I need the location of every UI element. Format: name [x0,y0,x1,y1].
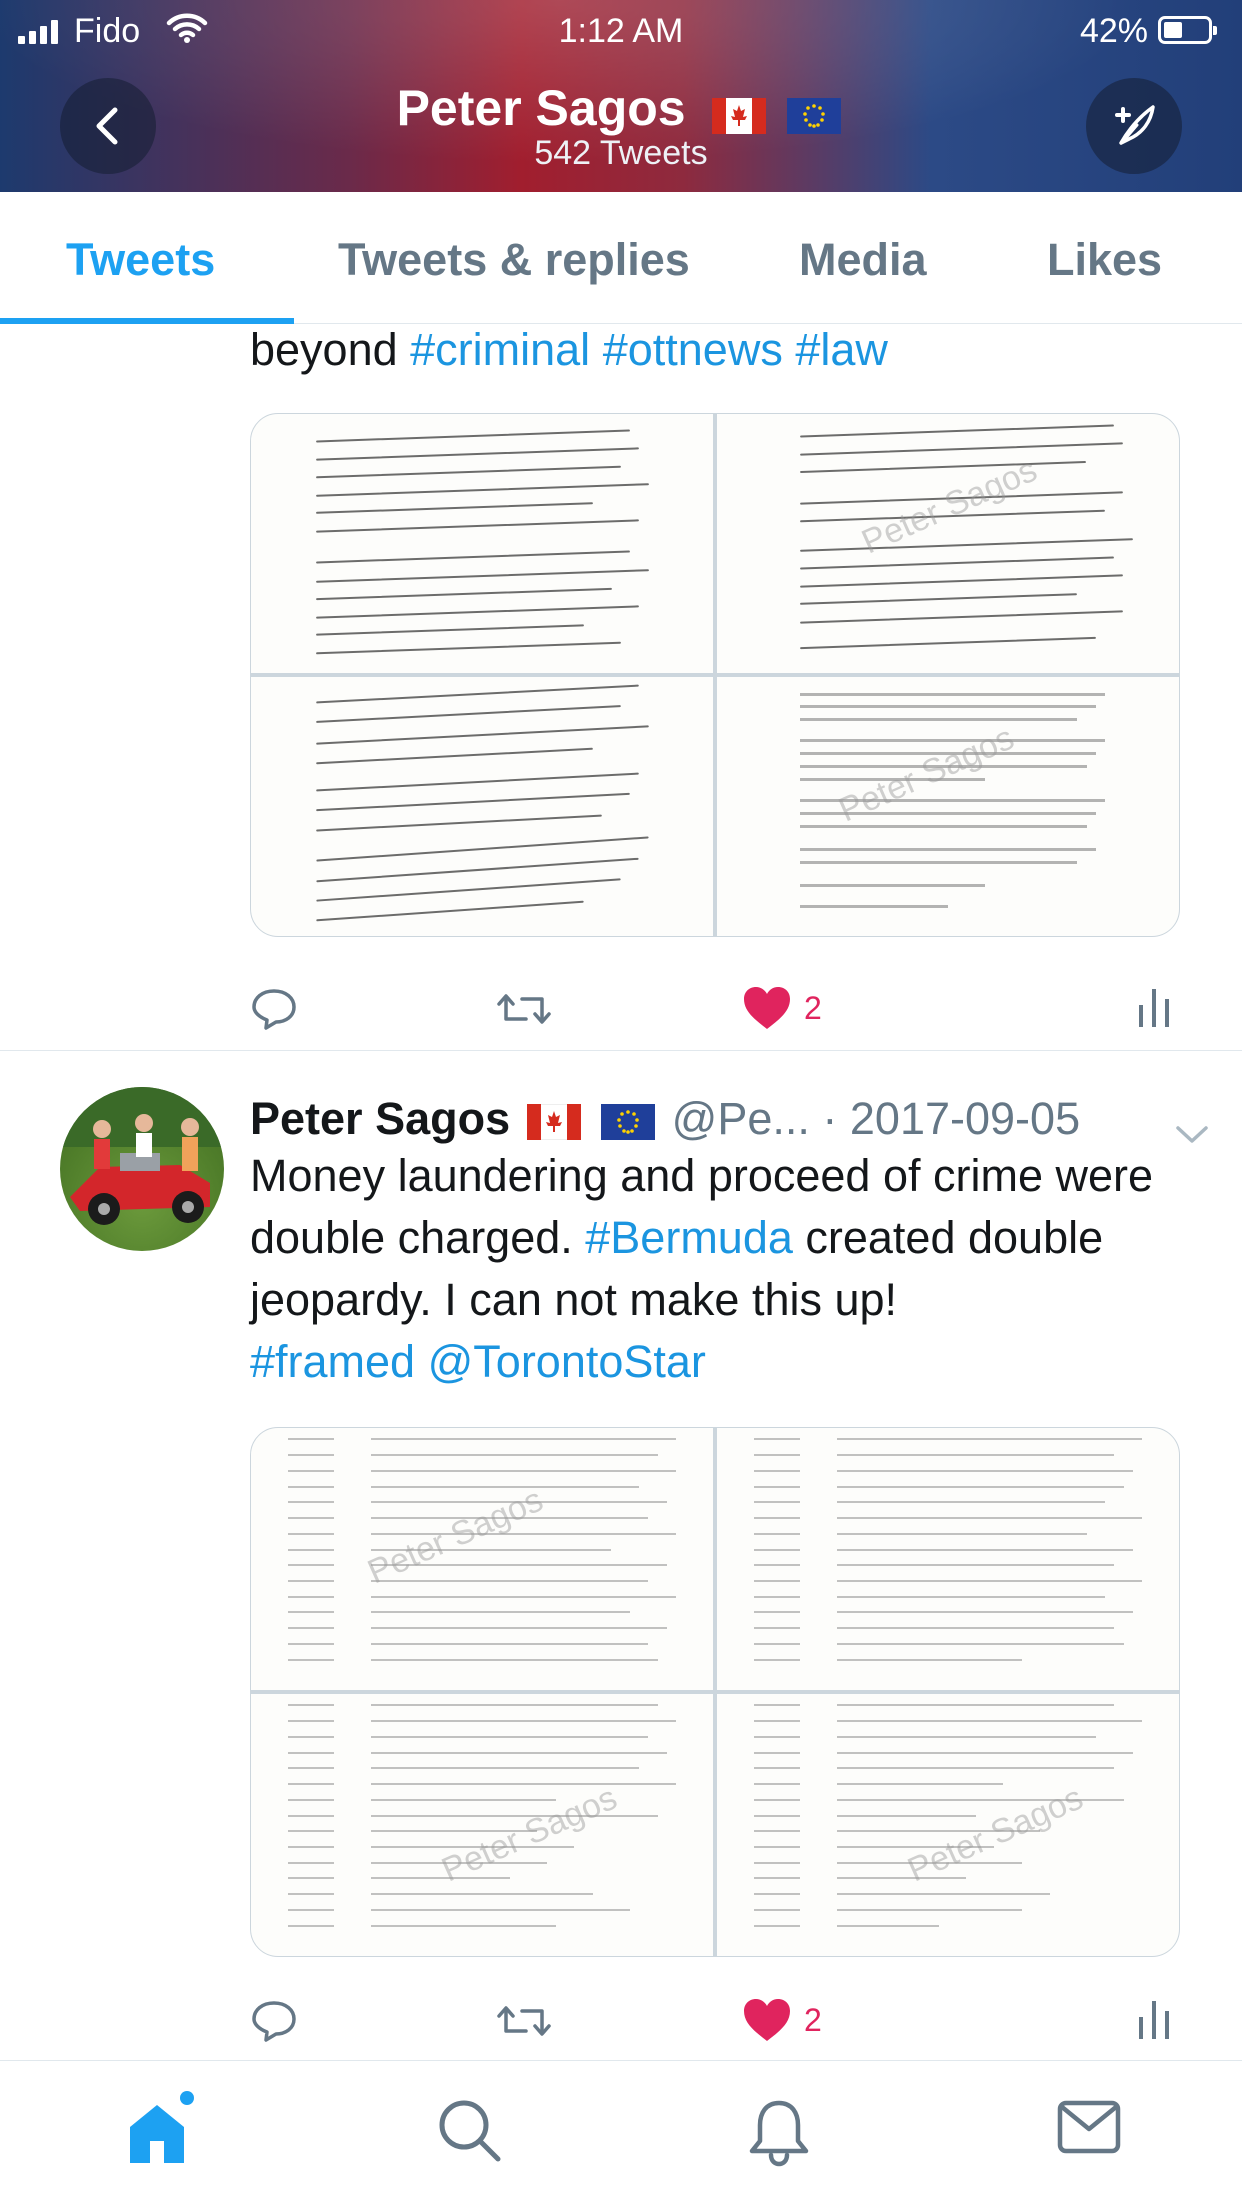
hashtag-link[interactable]: #framed [250,1336,415,1387]
active-tab-indicator [0,318,294,324]
retweet-button[interactable] [496,985,552,1033]
tab-likes[interactable]: Likes [1047,234,1162,286]
battery-percent: 42% [1079,12,1148,50]
bottom-tab-bar [0,2060,1242,2208]
tweet-text: beyond #criminal #ottnews #law [250,325,888,375]
tweet-divider [0,1050,1242,1051]
compose-tweet-button[interactable] [1086,78,1182,174]
media-image[interactable]: Peter Sagos [251,1428,713,1690]
reply-button[interactable] [250,1997,298,2045]
tweet-media-grid[interactable]: Peter Sagos [250,1427,1180,1957]
hashtag-link[interactable]: #Bermuda [585,1212,793,1263]
reply-icon [252,989,296,1030]
canada-flag-icon [711,97,766,134]
profile-name-row: Peter Sagos [0,80,1242,140]
tweet-text: Money laundering and proceed of crime we… [250,1150,1154,1387]
status-bar: Fido 1:12 AM 42% [0,0,1242,62]
tweet-count: 542 Tweets [534,134,708,172]
watermark: Peter Sagos [362,1480,549,1592]
reply-button[interactable] [250,985,298,1033]
tab-home[interactable] [124,2091,194,2172]
media-image[interactable] [717,1428,1179,1690]
like-button[interactable]: 2 [742,985,822,1031]
tweet-actions: 2 [250,985,1190,1045]
avatar-image [60,1087,224,1225]
battery-icon [1158,16,1217,44]
chevron-down-icon [1176,1126,1208,1143]
compose-tweet-icon [1115,105,1155,145]
tweet-feed[interactable]: beyond #criminal #ottnews #law Peter Sag… [0,325,1242,2060]
media-image[interactable]: Peter Sagos [251,1694,713,1956]
analytics-button[interactable] [1136,985,1172,1029]
hashtag-link[interactable]: #criminal [410,325,590,375]
analytics-icon [1139,989,1169,1027]
tab-tweets[interactable]: Tweets [66,234,215,286]
notification-dot [180,2091,194,2105]
profile-header: Fido 1:12 AM 42% Peter Sagos 542 Tweets [0,0,1242,192]
analytics-icon [1139,2001,1169,2039]
watermark: Peter Sagos [901,1778,1089,1889]
notifications-icon [749,2100,809,2167]
retweet-button[interactable] [496,1997,552,2045]
like-button[interactable]: 2 [742,1997,822,2043]
media-image[interactable] [251,677,713,936]
retweet-icon [497,994,551,1024]
eu-flag-icon [601,1104,656,1141]
clock: 1:12 AM [558,12,684,50]
home-icon [130,2105,184,2163]
heart-filled-icon [744,1999,790,2041]
tweet-actions: 2 [250,1997,1190,2057]
heart-filled-icon [744,987,790,1029]
profile-tabs: Tweets Tweets & replies Media Likes [0,192,1242,324]
avatar[interactable] [60,1087,224,1251]
mention-link[interactable]: @TorontoStar [428,1336,706,1387]
reply-icon [252,2001,296,2042]
author-handle[interactable]: @Pe... [672,1093,810,1144]
analytics-button[interactable] [1136,1997,1172,2041]
hashtag-link[interactable]: #law [795,325,888,375]
tweet-header: Peter Sagos @Pe... · 2017-09-05 [250,1093,1210,1153]
tab-tweets-replies[interactable]: Tweets & replies [338,234,690,286]
retweet-icon [497,2006,551,2036]
messages-icon [1057,2100,1121,2154]
tab-media[interactable]: Media [799,234,927,286]
canada-flag-icon [526,1104,581,1141]
tab-messages[interactable] [1056,2097,1122,2162]
media-image[interactable]: Peter Sagos [717,1694,1179,1956]
hashtag-link[interactable]: #ottnews [603,325,783,375]
tab-notifications[interactable] [748,2097,810,2172]
like-count: 2 [804,2001,822,2038]
tweet-date[interactable]: · 2017-09-05 [822,1093,1080,1144]
author-name[interactable]: Peter Sagos [250,1093,510,1144]
tweet-media-grid[interactable]: Peter Sagos [250,413,1180,937]
tab-search[interactable] [436,2097,502,2168]
watermark: Peter Sagos [435,1778,623,1889]
media-image[interactable]: Peter Sagos [717,414,1179,673]
profile-name: Peter Sagos [396,80,686,136]
media-image[interactable]: Peter Sagos [717,677,1179,936]
search-icon [439,2100,501,2162]
eu-flag-icon [787,97,842,134]
media-image[interactable] [251,414,713,673]
like-count: 2 [804,989,822,1026]
